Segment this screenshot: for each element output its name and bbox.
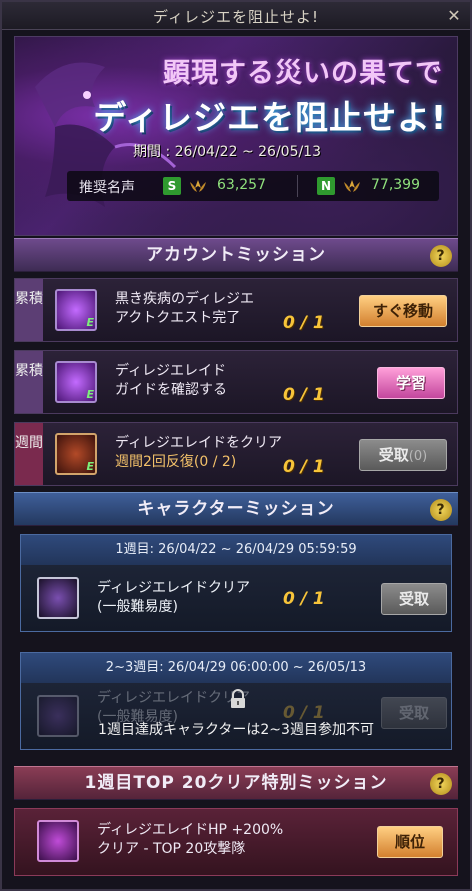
renown-value-n: 77,399 — [371, 177, 420, 193]
character-mission-title: キャラクターミッション — [137, 499, 335, 519]
help-icon[interactable]: ? — [430, 773, 452, 795]
week23-mission-box: 2~3週目: 26/04/29 06:00:00 ~ 26/05/13 ディレジ… — [20, 652, 452, 750]
mission-progress: 0 / 1 — [283, 385, 325, 405]
renown-value-s: 63,257 — [217, 177, 266, 193]
renown-divider — [297, 175, 298, 197]
renown-label: 推奨名声 — [79, 180, 135, 196]
mission-type-tag: 累積 — [15, 351, 43, 413]
banner-headline-top: 顕現する災いの果てで — [163, 58, 443, 89]
mission-progress: 0 / 1 — [283, 313, 325, 333]
mission-description: ディレジエレイドHP +200% クリア - TOP 20攻撃隊 — [97, 821, 283, 859]
week1-mission-body: ディレジエレイドクリア (一般難易度) 0 / 1 受取 — [21, 565, 451, 631]
raid-emblem-icon — [37, 820, 79, 862]
week23-date-range: 2~3週目: 26/04/29 06:00:00 ~ 26/05/13 — [21, 653, 451, 683]
event-banner: 顕現する災いの果てで ディレジエを阻止せよ! 期間 : 26/04/22 ~ 2… — [14, 36, 458, 236]
claim-button-label: 受取 — [378, 446, 409, 464]
lock-icon — [231, 689, 245, 708]
mission-description: ディレジエレイドクリア (一般難易度) — [97, 579, 250, 617]
equip-mark: E — [86, 388, 94, 401]
lock-message: 1週目達成キャラクターは2~3週目参加不可 — [98, 722, 374, 738]
help-icon[interactable]: ? — [430, 499, 452, 521]
raid-icon — [37, 577, 79, 619]
account-mission-row: 週間 E ディレジエレイドをクリア 週間2回反復(0 / 2) 0 / 1 受取… — [14, 422, 458, 486]
dark-orb-icon: E — [55, 289, 97, 331]
mission-line1: ディレジエレイドクリア — [97, 580, 251, 596]
move-now-button[interactable]: すぐ移動 — [359, 295, 447, 327]
account-mission-title: アカウントミッション — [146, 245, 326, 265]
mission-line1: ディレジエレイドHP +200% — [97, 822, 284, 838]
chest-icon: E — [55, 433, 97, 475]
renown-wing-icon — [344, 180, 360, 192]
grade-s-badge: S — [163, 177, 181, 195]
character-mission-header: キャラクターミッション ? — [14, 492, 458, 526]
claim-count: (0) — [408, 449, 428, 464]
event-window: ディレジエを阻止せよ! ✕ 顕現する災いの果てで ディレジエを阻止せよ! 期間 … — [0, 0, 472, 891]
mission-description: ディレジエレイド ガイドを確認する — [115, 362, 227, 400]
lock-overlay: 1週目達成キャラクターは2~3週目参加不可 — [21, 683, 451, 749]
grade-n-badge: N — [317, 177, 335, 195]
banner-headline-main: ディレジエを阻止せよ! — [93, 98, 447, 137]
mission-type-tag: 週間 — [15, 423, 43, 485]
mission-description: 黒き疾病のディレジエ アクトクエスト完了 — [115, 290, 254, 328]
mission-line2: クリア - TOP 20攻撃隊 — [97, 841, 246, 857]
equip-mark: E — [86, 460, 94, 473]
mission-line1: 黒き疾病のディレジエ — [115, 291, 255, 307]
mission-line2: ガイドを確認する — [115, 382, 227, 398]
mission-description: ディレジエレイドをクリア 週間2回反復(0 / 2) — [115, 434, 282, 472]
mission-progress: 0 / 1 — [283, 457, 325, 477]
mission-line1: ディレジエレイド — [115, 363, 227, 379]
mission-line2: アクトクエスト完了 — [115, 310, 241, 326]
mission-type-tag: 累積 — [15, 279, 43, 341]
top20-mission-header: 1週目TOP 20クリア特別ミッション ? — [14, 766, 458, 800]
close-icon[interactable]: ✕ — [444, 6, 464, 26]
recommended-renown-bar: 推奨名声 S 63,257 N 77,399 — [67, 171, 439, 201]
mission-progress: 0 / 1 — [283, 589, 325, 609]
account-mission-row: 累積 E ディレジエレイド ガイドを確認する 0 / 1 学習 — [14, 350, 458, 414]
window-title: ディレジエを阻止せよ! — [153, 8, 319, 26]
week1-date-range: 1週目: 26/04/22 ~ 26/04/29 05:59:59 — [21, 535, 451, 565]
event-period: 期間 : 26/04/22 ~ 26/05/13 — [133, 144, 322, 160]
claim-button[interactable]: 受取 — [381, 583, 447, 615]
mission-line2: (一般難易度) — [97, 599, 178, 615]
ranking-button[interactable]: 順位 — [377, 826, 443, 858]
title-bar[interactable]: ディレジエを阻止せよ! ✕ — [2, 2, 470, 30]
equip-mark: E — [86, 316, 94, 329]
account-mission-header: アカウントミッション ? — [14, 238, 458, 272]
renown-wing-icon — [190, 180, 206, 192]
mission-line2: 週間2回反復(0 / 2) — [115, 454, 237, 470]
help-icon[interactable]: ? — [430, 245, 452, 267]
top20-mission-title: 1週目TOP 20クリア特別ミッション — [84, 773, 388, 793]
claim-button[interactable]: 受取(0) — [359, 439, 447, 471]
week1-mission-box: 1週目: 26/04/22 ~ 26/04/29 05:59:59 ディレジエレ… — [20, 534, 452, 632]
account-mission-row: 累積 E 黒き疾病のディレジエ アクトクエスト完了 0 / 1 すぐ移動 — [14, 278, 458, 342]
week23-mission-body: ディレジエレイドクリア (一般難易度) 0 / 1 受取 1週目達成キャラクター… — [21, 683, 451, 749]
learn-button[interactable]: 学習 — [377, 367, 445, 399]
mission-line1: ディレジエレイドをクリア — [115, 435, 283, 451]
dark-orb-icon: E — [55, 361, 97, 403]
top20-mission-row: ディレジエレイドHP +200% クリア - TOP 20攻撃隊 順位 — [14, 808, 458, 876]
